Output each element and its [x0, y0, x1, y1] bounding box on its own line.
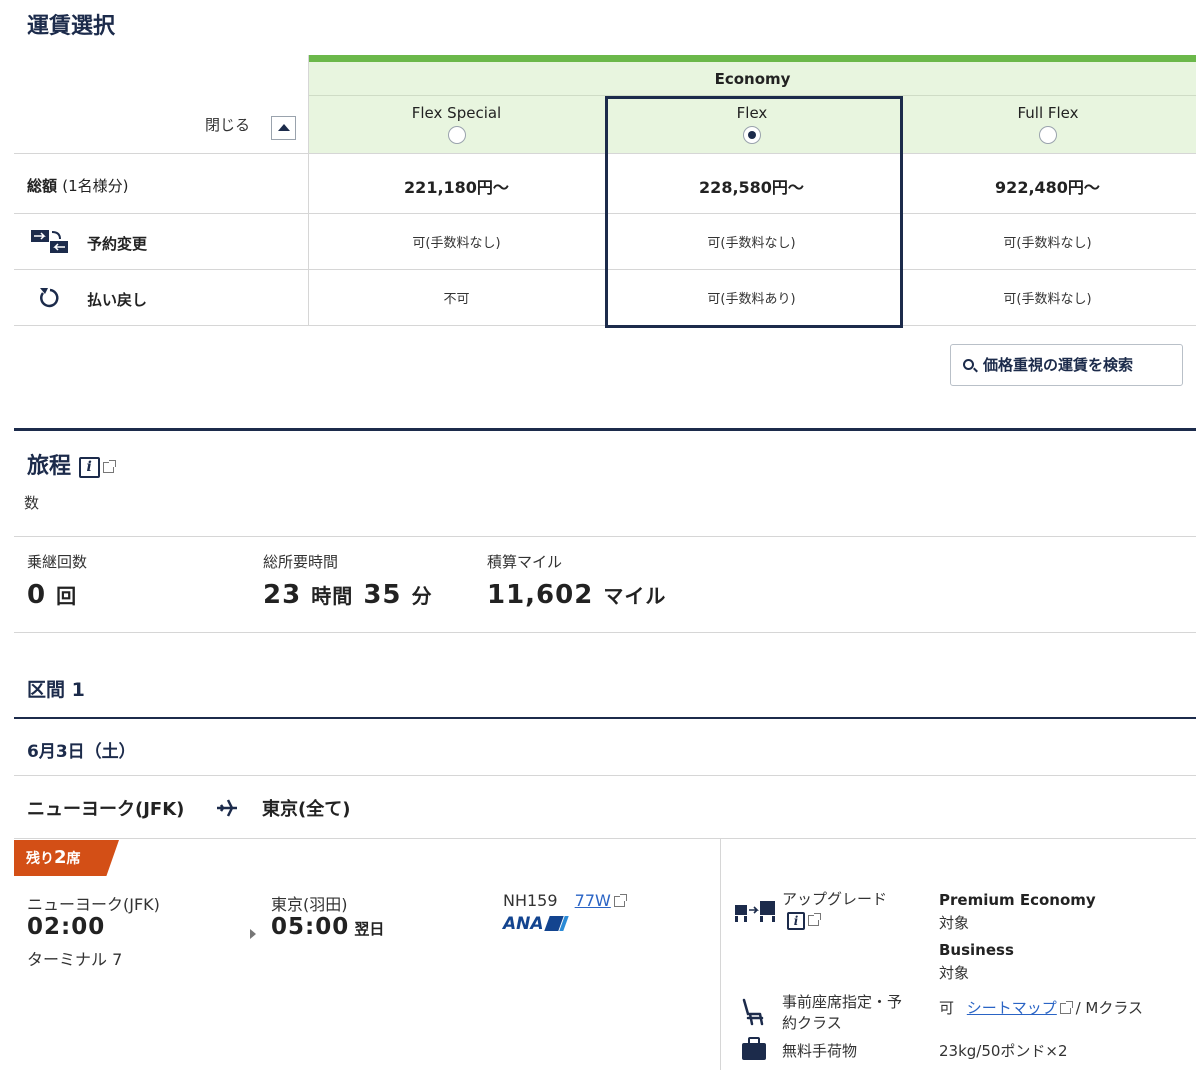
upgrade-cabin-business: Business — [939, 941, 1014, 959]
upgrade-icon — [735, 901, 775, 922]
transfer-count-value: 0 回 — [27, 580, 77, 610]
refund-icon — [40, 288, 59, 308]
upgrade-status-business: 対象 — [939, 964, 970, 982]
divider — [14, 775, 1196, 776]
airline-logo-text: ANA — [503, 914, 544, 934]
price-full-flex: 922,480円～ — [995, 178, 1100, 197]
transfer-count-number: 0 — [27, 580, 47, 610]
divider — [14, 536, 1196, 537]
divider — [14, 838, 1196, 839]
miles-value: 11,602 マイル — [487, 580, 666, 610]
external-link-icon — [1059, 1001, 1073, 1014]
aircraft-link[interactable]: 77W — [575, 891, 611, 910]
upgrade-cabin-premium: Premium Economy — [939, 891, 1096, 909]
miles-number: 11,602 — [487, 580, 594, 610]
duration-minutes-unit: 分 — [411, 584, 433, 608]
change-full-flex: 可(手数料なし) — [1003, 236, 1092, 251]
collapse-button[interactable] — [271, 116, 296, 140]
arrow-right-icon — [250, 929, 256, 939]
upgrade-info: i — [787, 910, 821, 930]
fare-class-name: Flex Special — [411, 104, 502, 122]
duration-minutes: 35 — [363, 580, 402, 610]
search-low-fare-label: 価格重視の運賃を検索 — [983, 356, 1134, 374]
search-low-fare-button[interactable]: 価格重視の運賃を検索 — [950, 344, 1183, 386]
itinerary-fragment-text: 数 — [24, 494, 40, 512]
total-duration-label: 総所要時間 — [263, 553, 339, 571]
itinerary-title: 旅程 — [27, 454, 72, 479]
segment-route: ニューヨーク(JFK) — [27, 795, 184, 821]
arrive-city: 東京(羽田) — [271, 895, 348, 914]
seat-map-link[interactable]: シートマップ — [967, 999, 1057, 1017]
upgrade-status-premium: 対象 — [939, 914, 970, 932]
route-destination: 東京(全て) — [262, 799, 351, 820]
duration-hours-unit: 時間 — [311, 584, 354, 608]
airplane-icon — [217, 799, 237, 817]
seat-selection-label-line2: 約クラス — [782, 1014, 842, 1032]
arrive-time: 05:00 — [271, 914, 350, 940]
reservation-change-icon — [31, 230, 68, 253]
segment-title: 区間 1 — [27, 679, 85, 701]
segment-date: 6月3日（土） — [27, 742, 136, 762]
depart-city: ニューヨーク(JFK) — [27, 895, 160, 914]
section-divider — [14, 428, 1196, 431]
seats-left-suffix: 席 — [66, 851, 81, 867]
miles-label: 積算マイル — [487, 553, 563, 571]
miles-unit: マイル — [603, 584, 667, 608]
change-flex-special: 可(手数料なし) — [412, 236, 501, 251]
external-link-icon — [808, 913, 821, 926]
selected-fare-outline — [605, 96, 903, 328]
fare-selection-title: 運賃選択 — [27, 14, 116, 39]
booking-class: / Mクラス — [1075, 999, 1144, 1017]
arrive-time-group: 05:00 翌日 — [271, 914, 384, 940]
seats-left-prefix: 残り — [26, 851, 54, 867]
price-flex-special: 221,180円～ — [404, 178, 509, 197]
divider — [720, 839, 721, 1070]
total-duration-value: 23 時間 35 分 — [263, 580, 433, 610]
change-row-label: 予約変更 — [87, 235, 148, 253]
total-label: 総額 — [27, 177, 58, 195]
total-sub-label: (1名様分) — [62, 177, 129, 195]
seats-left-count: 2 — [54, 847, 67, 868]
baggage-icon — [742, 1037, 766, 1060]
arrive-next-day: 翌日 — [354, 920, 385, 938]
refund-full-flex: 可(手数料なし) — [1003, 292, 1092, 307]
external-link-icon — [102, 459, 116, 473]
refund-flex-special: 不可 — [443, 292, 470, 307]
depart-terminal: ターミナル 7 — [27, 950, 123, 969]
total-row-label: 総額 (1名様分) — [27, 175, 129, 196]
divider — [14, 632, 1196, 633]
fare-class-flex-special[interactable]: Flex Special — [309, 96, 604, 154]
fare-radio-full-flex[interactable] — [1039, 126, 1057, 144]
fare-class-full-flex[interactable]: Full Flex — [900, 96, 1196, 154]
seat-icon — [742, 998, 764, 1026]
transfer-count-unit: 回 — [56, 584, 78, 608]
cabin-color-bar — [309, 55, 1196, 62]
itinerary-heading: 旅程 i — [27, 448, 116, 480]
depart-time: 02:00 — [27, 914, 106, 940]
fare-class-name: Full Flex — [1017, 104, 1079, 122]
close-label[interactable]: 閉じる — [205, 114, 250, 135]
flight-info: NH159 77W — [503, 891, 627, 910]
duration-hours: 23 — [263, 580, 302, 610]
info-icon[interactable]: i — [78, 456, 100, 478]
airline-logo: ANA — [503, 914, 569, 934]
cabin-header: Economy — [309, 62, 1196, 96]
info-icon[interactable]: i — [787, 911, 805, 930]
baggage-value: 23kg/50ポンド×2 — [939, 1042, 1068, 1060]
seat-selection-available: 可 — [939, 999, 955, 1017]
segment-divider — [14, 717, 1196, 719]
search-icon — [963, 359, 974, 370]
transfer-count-label: 乗継回数 — [27, 553, 88, 571]
seat-selection-label-line1: 事前座席指定・予 — [782, 993, 903, 1011]
seat-selection-value: 可 シートマップ / Mクラス — [939, 997, 1143, 1018]
upgrade-label: アップグレード — [782, 890, 888, 908]
refund-row-label: 払い戻し — [87, 291, 148, 309]
external-link-icon — [613, 894, 627, 907]
flight-number: NH159 — [503, 891, 558, 910]
baggage-label: 無料手荷物 — [782, 1042, 858, 1060]
seats-left-badge: 残り2席 — [14, 840, 119, 876]
route-origin: ニューヨーク(JFK) — [27, 799, 185, 820]
fare-radio-flex-special[interactable] — [447, 126, 466, 144]
